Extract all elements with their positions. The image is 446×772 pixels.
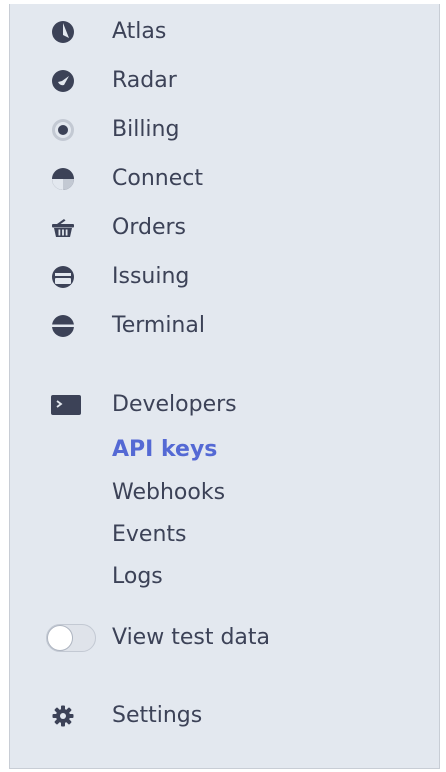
test-data-toggle-row: View test data bbox=[10, 616, 439, 660]
subnav-item-logs[interactable]: Logs bbox=[112, 563, 163, 591]
toggle-knob bbox=[47, 625, 73, 651]
sidebar-item-atlas[interactable]: Atlas bbox=[10, 10, 439, 54]
connect-icon bbox=[51, 167, 75, 191]
sidebar-item-terminal[interactable]: Terminal bbox=[10, 304, 439, 348]
sidebar-item-label: Developers bbox=[112, 392, 237, 417]
sidebar-item-label: Atlas bbox=[112, 19, 167, 44]
sidebar-item-developers[interactable]: Developers bbox=[10, 383, 439, 427]
sidebar-item-label: Terminal bbox=[112, 313, 205, 338]
sidebar-item-label: Connect bbox=[112, 166, 203, 191]
sidebar-item-label: Settings bbox=[112, 703, 203, 728]
atlas-icon bbox=[51, 20, 75, 44]
subnav-item-api-keys[interactable]: API keys bbox=[112, 436, 217, 464]
test-data-toggle[interactable] bbox=[46, 624, 96, 652]
subnav-item-webhooks[interactable]: Webhooks bbox=[112, 479, 225, 507]
issuing-card-icon bbox=[51, 265, 75, 289]
orders-basket-icon bbox=[51, 216, 75, 240]
developers-console-icon bbox=[51, 393, 81, 417]
sidebar-item-label: Issuing bbox=[112, 264, 190, 289]
test-data-toggle-label: View test data bbox=[112, 625, 270, 650]
sidebar-item-issuing[interactable]: Issuing bbox=[10, 255, 439, 299]
sidebar-item-connect[interactable]: Connect bbox=[10, 157, 439, 201]
sidebar-item-label: Billing bbox=[112, 117, 180, 142]
sidebar-item-radar[interactable]: Radar bbox=[10, 59, 439, 103]
billing-icon bbox=[51, 118, 75, 142]
sidebar: Atlas Radar Billing Connect Orders Issui… bbox=[9, 4, 440, 769]
radar-icon bbox=[51, 69, 75, 93]
sidebar-item-settings[interactable]: Settings bbox=[10, 694, 439, 738]
sidebar-item-label: Orders bbox=[112, 215, 186, 240]
sidebar-item-billing[interactable]: Billing bbox=[10, 108, 439, 152]
subnav-item-events[interactable]: Events bbox=[112, 521, 187, 549]
terminal-reader-icon bbox=[51, 314, 75, 338]
sidebar-item-label: Radar bbox=[112, 68, 177, 93]
sidebar-item-orders[interactable]: Orders bbox=[10, 206, 439, 250]
gear-icon bbox=[51, 704, 75, 728]
